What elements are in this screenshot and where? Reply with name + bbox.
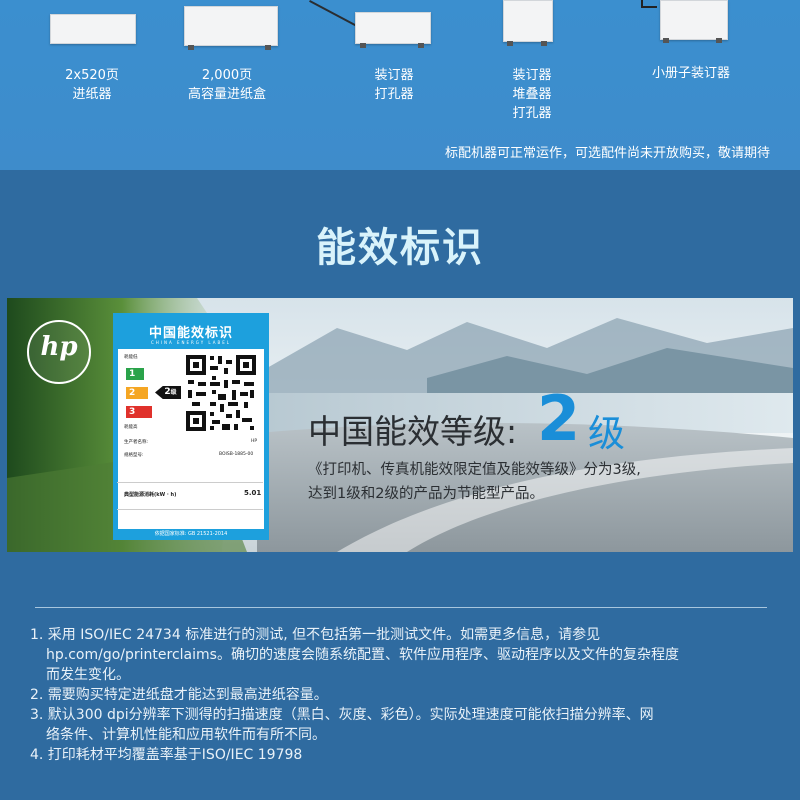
model-value: BOISB-1885-00 (219, 452, 254, 457)
footnote-item: 3. 默认300 dpi分辨率下测得的扫描速度（黑白、灰度、彩色）。实际处理速度… (30, 707, 654, 743)
grade-bar-3: 3 (126, 406, 152, 418)
grade-bar-1: 1 (126, 368, 144, 380)
energy-label-title: 中国能效标识 (148, 326, 233, 341)
low-consumption-label: 耗能低 (124, 355, 138, 360)
accessory-label-booklet-maker: 小册子装订器 (651, 66, 730, 81)
section-title: 能效标识 (316, 225, 484, 271)
energy-consumption-value: 5.01 (244, 489, 262, 497)
energy-grade-number: 2 (537, 382, 581, 455)
energy-grade-title: 中国能效等级: (308, 412, 518, 451)
grade-bar-2: 2 (126, 387, 148, 399)
energy-consumption-label: 典型能源消耗(kW · h) (124, 492, 177, 498)
accessory-label-stapler-stacker-puncher: 装订器 堆叠器 打孔器 (512, 68, 552, 121)
manufacturer-label: 生产者名称: (124, 440, 149, 445)
footnote-item: 1. 采用 ISO/IEC 24734 标准进行的测试, 但不包括第一批测试文件… (30, 627, 679, 683)
energy-label-footer: 依据国家标准: GB 21521-2014 (154, 531, 228, 537)
energy-grade-description: 《打印机、传真机能效限定值及能效等级》分为3级, 达到1级和2级的产品为节能型产… (308, 462, 641, 502)
accessories-strip: 2x520页 进纸器 2,000页 高容量进纸盒 装订器 打孔器 装订器 堆叠器… (0, 0, 800, 170)
accessory-label-stapler-puncher: 装订器 打孔器 (374, 68, 414, 102)
accessory-availability-note: 标配机器可正常运作，可选配件尚未开放购买，敬请期待 (444, 146, 770, 161)
footnote-item: 2. 需要购买特定进纸盘才能达到最高进纸容量。 (30, 687, 328, 703)
footnote-item: 4. 打印耗材平均覆盖率基于ISO/IEC 19798 (30, 747, 303, 763)
qr-code-icon (183, 352, 259, 434)
footnotes-divider (35, 607, 767, 608)
high-consumption-label: 耗能高 (124, 425, 138, 430)
model-label: 规格型号: (124, 453, 144, 458)
paper-feeder-image (50, 14, 136, 44)
footnotes-list: 1. 采用 ISO/IEC 24734 标准进行的测试, 但不包括第一批测试文件… (30, 625, 770, 765)
hp-logo: hp (27, 320, 91, 384)
energy-label-subtitle: CHINA ENERGY LABEL (151, 340, 231, 345)
energy-grade-unit: 级 (588, 412, 625, 455)
accessory-label-high-capacity-tray: 2,000页 高容量进纸盒 (187, 68, 266, 102)
manufacturer-value: HP (251, 439, 258, 444)
